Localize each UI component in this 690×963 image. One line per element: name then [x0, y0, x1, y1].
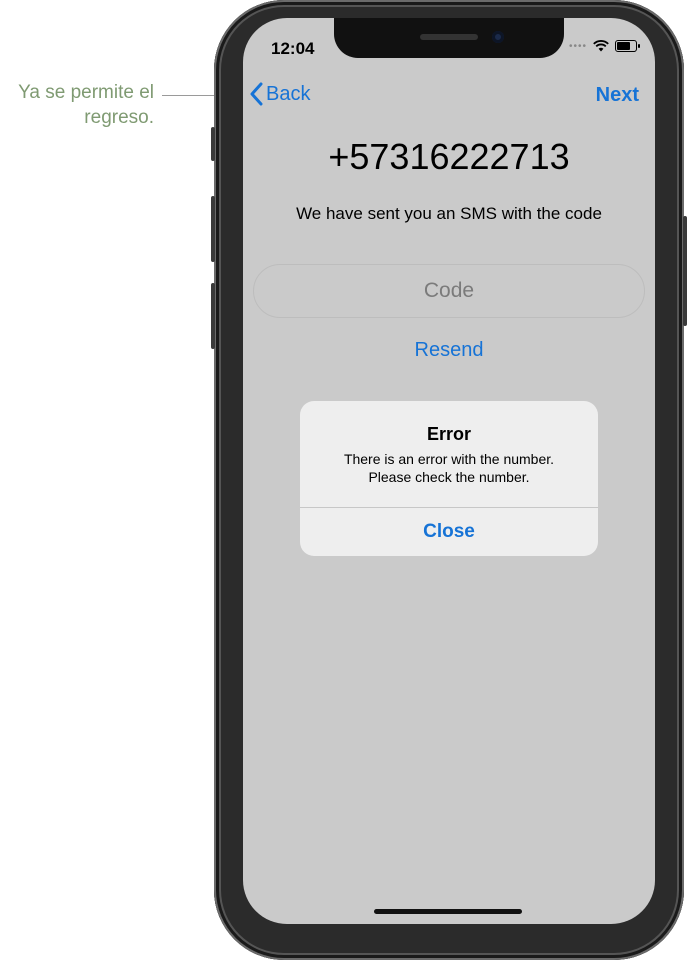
wifi-icon — [593, 40, 609, 52]
code-input[interactable] — [253, 264, 645, 318]
notch — [334, 18, 564, 58]
back-button[interactable]: Back — [249, 82, 310, 106]
alert-message: There is an error with the number. Pleas… — [312, 450, 586, 486]
silent-switch — [211, 127, 215, 161]
alert-close-button[interactable]: Close — [300, 508, 598, 556]
annotation-text: Ya se permite el regreso. — [18, 82, 154, 128]
next-button[interactable]: Next — [596, 84, 639, 107]
error-alert-dialog: Error There is an error with the number.… — [300, 401, 598, 556]
status-time: 12:04 — [271, 39, 315, 58]
alert-message-line-1: There is an error with the number. — [343, 451, 555, 467]
speaker-grille — [420, 34, 478, 40]
signal-dots-icon: •••• — [568, 40, 587, 52]
alert-message-line-2: Please check the number. — [368, 469, 530, 485]
chevron-left-icon — [250, 82, 263, 106]
sms-sent-message: We have sent you an SMS with the code — [296, 204, 602, 223]
volume-down-button — [211, 283, 215, 349]
power-button — [683, 216, 687, 326]
phone-number: +57316222713 — [328, 136, 570, 177]
battery-icon — [615, 40, 640, 52]
alert-title: Error — [426, 424, 471, 444]
resend-button[interactable]: Resend — [243, 339, 655, 362]
front-camera — [492, 31, 504, 43]
back-button-label: Back — [266, 82, 311, 105]
status-indicators: •••• — [568, 40, 640, 52]
volume-up-button — [211, 196, 215, 262]
home-indicator[interactable] — [374, 909, 522, 914]
phone-screen: 12:04 •••• Back Next +57316222713 We hav… — [243, 18, 655, 924]
